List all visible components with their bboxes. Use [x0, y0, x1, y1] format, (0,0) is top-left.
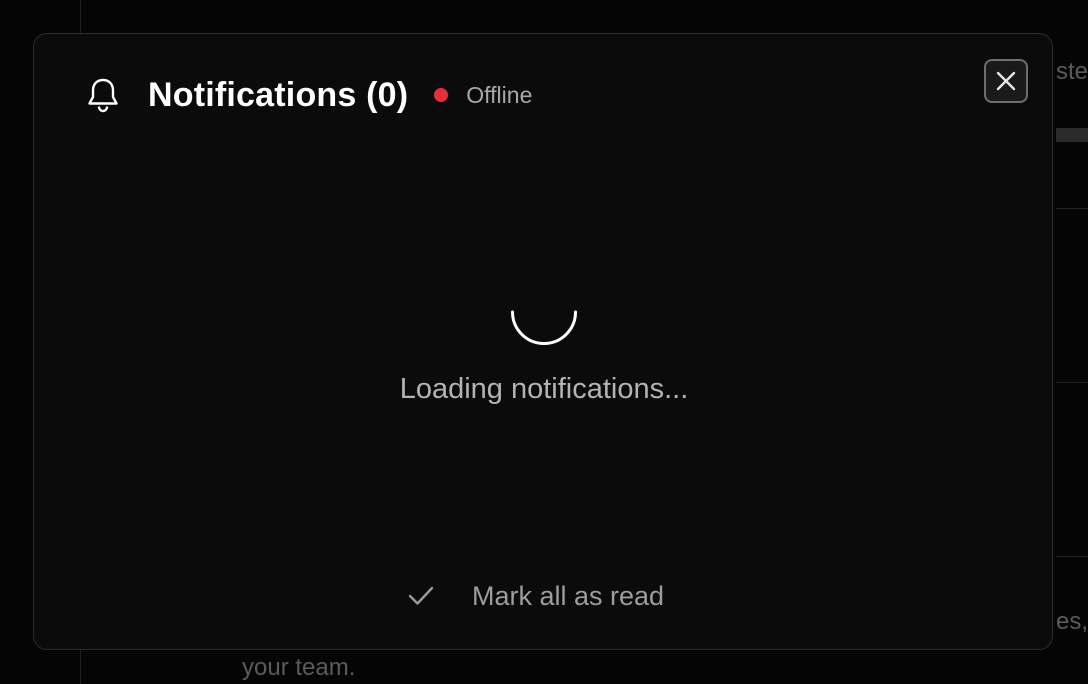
- modal-header: Notifications (0) Offline: [84, 74, 532, 116]
- modal-title: Notifications (0): [148, 75, 409, 114]
- loading-text: Loading notifications...: [399, 373, 689, 405]
- close-icon: [996, 71, 1016, 91]
- background-divider: [1056, 556, 1088, 557]
- check-icon: [406, 581, 436, 611]
- background-bar: [1056, 128, 1088, 142]
- mark-all-read-button[interactable]: Mark all as read: [406, 574, 664, 618]
- mark-all-read-label: Mark all as read: [472, 580, 665, 611]
- close-button[interactable]: [984, 59, 1028, 103]
- loading-state: Loading notifications...: [34, 289, 1054, 406]
- status-indicator-dot: [434, 88, 449, 102]
- background-text-fragment: es,: [1056, 608, 1088, 635]
- connection-status: Offline: [466, 81, 533, 108]
- background-divider: [1056, 208, 1088, 209]
- background-text-fragment: ste: [1056, 58, 1088, 85]
- bell-icon: [84, 75, 122, 115]
- loading-spinner-icon: [511, 310, 577, 345]
- background-text-fragment: your team.: [242, 654, 356, 681]
- notifications-modal: Notifications (0) Offline Loading notifi…: [33, 33, 1053, 650]
- background-divider: [1056, 382, 1088, 383]
